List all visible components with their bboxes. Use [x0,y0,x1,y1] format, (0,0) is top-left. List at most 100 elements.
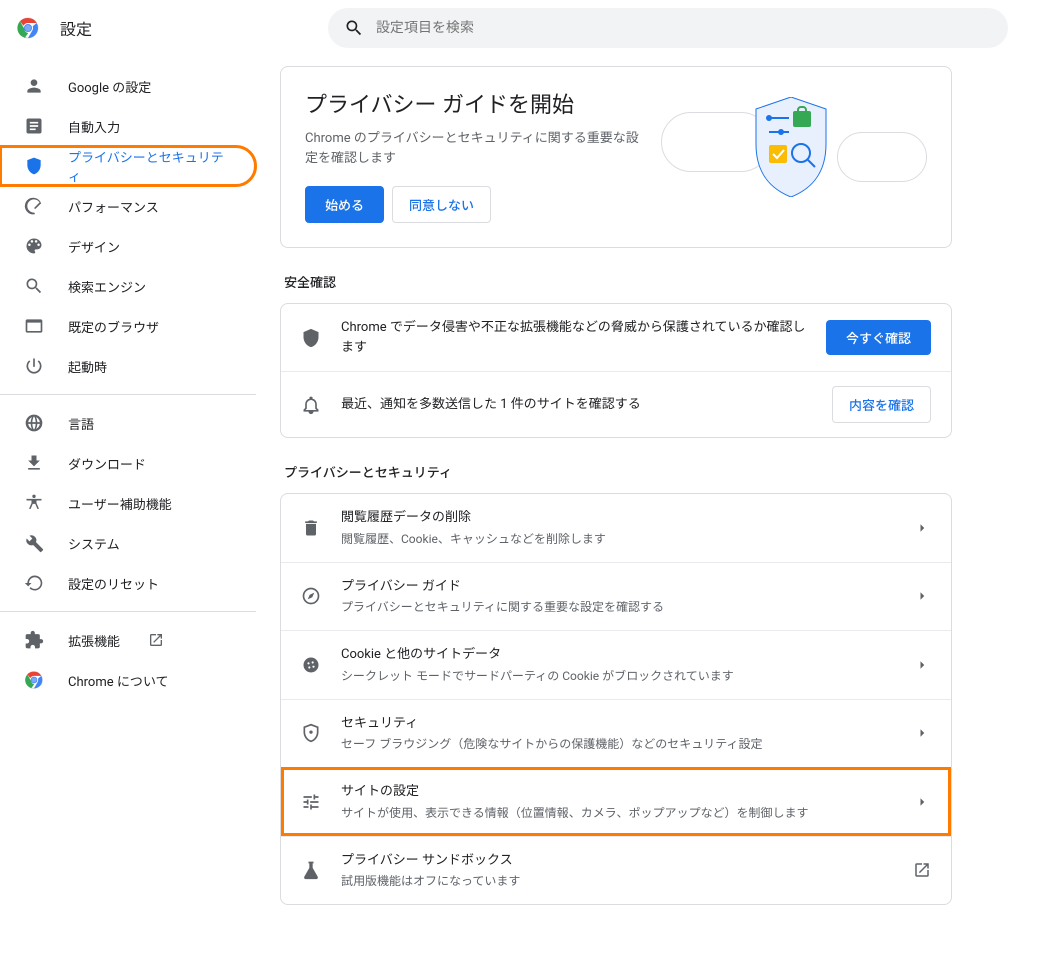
trash-icon [301,518,321,538]
row-title: プライバシー サンドボックス [341,851,893,871]
external-link-icon [148,632,164,648]
row-title: サイトの設定 [341,782,893,802]
sidebar-item-reset[interactable]: 設定のリセット [0,563,256,603]
sidebar-item-shield[interactable]: プライバシーとセキュリティ [0,146,256,186]
safety-check-card: Chrome でデータ侵害や不正な拡張機能などの脅威から保護されているか確認しま… [280,303,952,438]
row-title: Cookie と他のサイトデータ [341,645,893,665]
sidebar-item-label: 起動時 [68,357,107,376]
sidebar-item-wrench[interactable]: システム [0,523,256,563]
row-title: プライバシー ガイド [341,577,893,597]
search-icon [344,18,364,38]
chevron-right-icon [913,587,931,605]
person-icon [24,76,44,96]
sidebar: Google の設定自動入力プライバシーとセキュリティパフォーマンスデザイン検索… [0,56,256,969]
topbar: 設定 [0,0,1039,56]
search-box[interactable] [328,8,1008,48]
bell-icon [301,395,321,415]
verified-icon [301,328,321,348]
autofill-icon [24,116,44,136]
sidebar-item-label: プライバシーとセキュリティ [68,147,232,185]
privacy-section-title: プライバシーとセキュリティ [284,462,952,481]
row-title: 閲覧履歴データの削除 [341,508,893,528]
flask-icon [301,860,321,880]
row-title: セキュリティ [341,714,893,734]
sidebar-item-autofill[interactable]: 自動入力 [0,106,256,146]
power-icon [24,356,44,376]
sidebar-item-accessibility[interactable]: ユーザー補助機能 [0,483,256,523]
safety-row: 最近、通知を多数送信した 1 件のサイトを確認する 内容を確認 [281,371,951,437]
sidebar-item-globe[interactable]: 言語 [0,403,256,443]
security-icon [301,723,321,743]
app-title: 設定 [60,16,92,40]
sidebar-item-label: パフォーマンス [68,197,159,216]
palette-icon [24,236,44,256]
sidebar-item-power[interactable]: 起動時 [0,346,256,386]
sidebar-item-label: Google の設定 [68,77,151,96]
safety-row: Chrome でデータ侵害や不正な拡張機能などの脅威から保護されているか確認しま… [281,304,951,371]
guide-start-button[interactable]: 始める [305,186,384,223]
speed-icon [24,196,44,216]
sidebar-item-label: システム [68,534,120,553]
privacy-row-security[interactable]: セキュリティ セーフ ブラウジング（危険なサイトからの保護機能）などのセキュリテ… [281,699,951,768]
privacy-row-flask[interactable]: プライバシー サンドボックス 試用版機能はオフになっています [281,836,951,905]
sidebar-item-label: 検索エンジン [68,277,146,296]
sidebar-item-label: ダウンロード [68,454,146,473]
privacy-settings-card: 閲覧履歴データの削除 閲覧履歴、Cookie、キャッシュなどを削除します プライ… [280,493,952,905]
shield-icon [24,156,44,176]
guide-decline-button[interactable]: 同意しない [392,186,491,223]
row-subtitle: サイトが使用、表示できる情報（位置情報、カメラ、ポップアップなど）を制御します [341,804,893,822]
guide-desc: Chrome のプライバシーとセキュリティに関する重要な設定を確認します [305,129,645,168]
row-text: Chrome でデータ侵害や不正な拡張機能などの脅威から保護されているか確認しま… [341,318,806,357]
guide-illustration [661,87,927,227]
guide-title: プライバシー ガイドを開始 [305,87,645,119]
main-content: プライバシー ガイドを開始 Chrome のプライバシーとセキュリティに関する重… [256,56,976,969]
row-subtitle: 閲覧履歴、Cookie、キャッシュなどを削除します [341,530,893,548]
sidebar-item-download[interactable]: ダウンロード [0,443,256,483]
wrench-icon [24,533,44,553]
sidebar-item-speed[interactable]: パフォーマンス [0,186,256,226]
reset-icon [24,573,44,593]
privacy-row-trash[interactable]: 閲覧履歴データの削除 閲覧履歴、Cookie、キャッシュなどを削除します [281,494,951,562]
privacy-row-tune[interactable]: サイトの設定 サイトが使用、表示できる情報（位置情報、カメラ、ポップアップなど）… [281,767,951,836]
sidebar-item-chrome[interactable]: Chrome について [0,660,256,700]
sidebar-item-browser[interactable]: 既定のブラウザ [0,306,256,346]
privacy-row-cookie[interactable]: Cookie と他のサイトデータ シークレット モードでサードパーティの Coo… [281,630,951,699]
chrome-icon [24,670,44,690]
sidebar-item-palette[interactable]: デザイン [0,226,256,266]
chevron-right-icon [913,656,931,674]
row-subtitle: シークレット モードでサードパーティの Cookie がブロックされています [341,667,893,685]
row-subtitle: 試用版機能はオフになっています [341,872,893,890]
search-input[interactable] [376,20,992,36]
sidebar-item-label: デザイン [68,237,120,256]
sidebar-item-label: 既定のブラウザ [68,317,159,336]
external-link-icon [913,861,931,879]
accessibility-icon [24,493,44,513]
safety-check-section-title: 安全確認 [284,272,952,291]
tune-icon [301,792,321,812]
download-icon [24,453,44,473]
search-icon [24,276,44,296]
sidebar-item-search[interactable]: 検索エンジン [0,266,256,306]
sidebar-item-person[interactable]: Google の設定 [0,66,256,106]
chevron-right-icon [913,519,931,537]
sidebar-item-extension[interactable]: 拡張機能 [0,620,256,660]
sidebar-item-label: 言語 [68,414,94,433]
privacy-guide-card: プライバシー ガイドを開始 Chrome のプライバシーとセキュリティに関する重… [280,66,952,248]
sidebar-item-label: ユーザー補助機能 [68,494,172,513]
sidebar-item-label: 拡張機能 [68,631,120,650]
chrome-logo-icon [16,16,40,40]
sidebar-item-label: 自動入力 [68,117,120,136]
sidebar-item-label: 設定のリセット [68,574,159,593]
extension-icon [24,630,44,650]
row-text: 最近、通知を多数送信した 1 件のサイトを確認する [341,395,812,415]
chevron-right-icon [913,793,931,811]
row-subtitle: プライバシーとセキュリティに関する重要な設定を確認する [341,598,893,616]
compass-icon [301,586,321,606]
browser-icon [24,316,44,336]
row-subtitle: セーフ ブラウジング（危険なサイトからの保護機能）などのセキュリティ設定 [341,735,893,753]
safety-action-button[interactable]: 内容を確認 [832,386,931,423]
privacy-row-compass[interactable]: プライバシー ガイド プライバシーとセキュリティに関する重要な設定を確認する [281,562,951,631]
cookie-icon [301,655,321,675]
safety-action-button[interactable]: 今すぐ確認 [826,320,931,355]
sidebar-item-label: Chrome について [68,671,168,690]
